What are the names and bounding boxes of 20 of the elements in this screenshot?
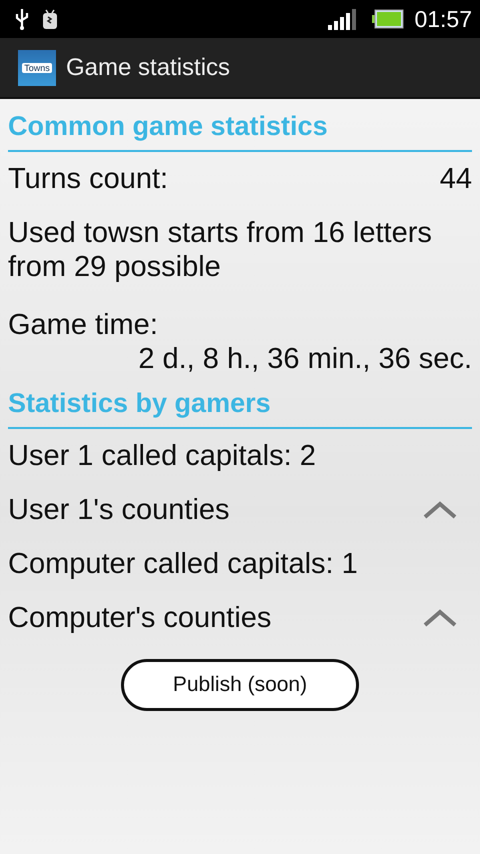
publish-button[interactable]: Publish (soon)	[121, 659, 359, 711]
stat-label: Game time:	[8, 310, 159, 340]
app-logo[interactable]: Towns	[18, 50, 56, 86]
chevron-up-icon	[422, 608, 458, 628]
clock-time: 01:57	[414, 6, 472, 32]
chevron-up-icon	[422, 500, 458, 520]
android-debug-icon	[40, 7, 60, 31]
usb-icon	[14, 8, 30, 30]
stat-text: Computer called capitals: 1	[8, 548, 358, 580]
section-header: Common game statistics	[8, 99, 472, 152]
stat-value: 2 d., 8 h., 36 min., 36 sec.	[137, 344, 472, 374]
battery-icon	[372, 9, 404, 29]
section-header: Statistics by gamers	[8, 376, 472, 429]
stat-text: User 1 called capitals: 2	[8, 440, 316, 472]
screen-title: Game statistics	[66, 54, 230, 82]
stat-label: Turns count:	[8, 162, 168, 196]
stat-text: Used towsn starts from 16 letters from 29 possible	[8, 217, 432, 283]
expandable-row[interactable]: User 1's counties	[8, 483, 472, 537]
stat-value: 44	[440, 162, 472, 196]
expandable-row[interactable]: Computer's counties	[8, 591, 472, 645]
